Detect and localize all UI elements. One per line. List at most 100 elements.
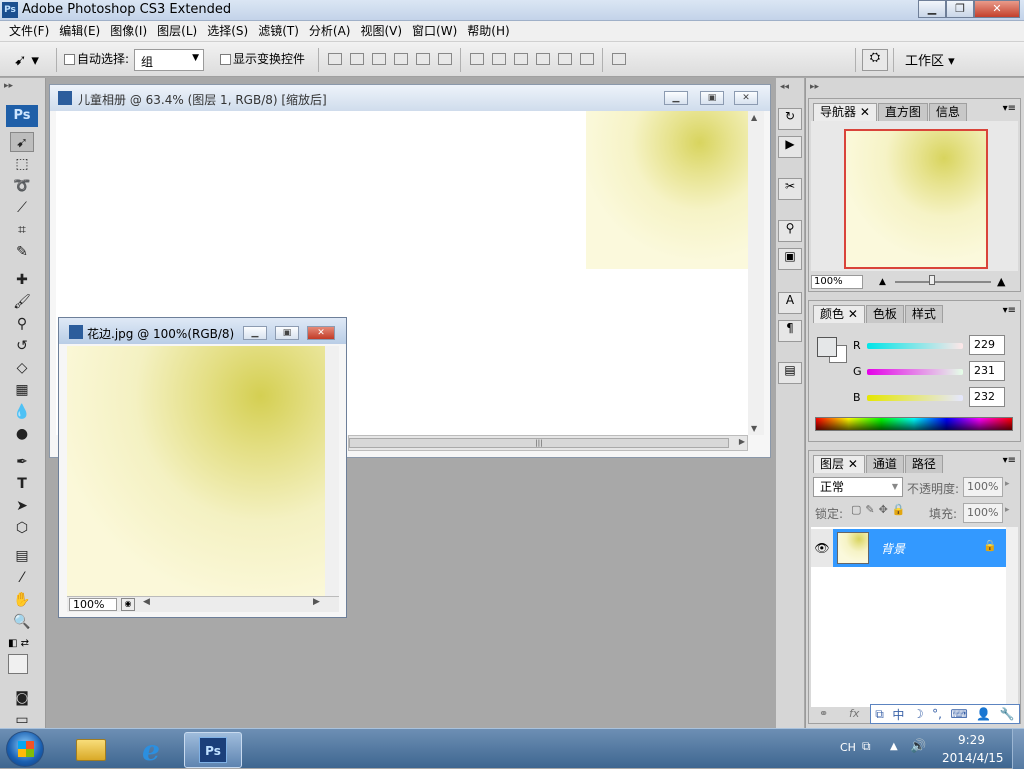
menu-help[interactable]: 帮助(H)	[462, 21, 514, 41]
eye-icon[interactable]: 👁	[811, 529, 833, 567]
doc-minimize-button[interactable]: ▁	[243, 326, 267, 340]
eyedropper-tool-icon[interactable]: ⁄	[10, 568, 34, 588]
align-left-icon[interactable]	[394, 53, 408, 65]
swap-colors-icon[interactable]: ◧ ⇄	[8, 638, 29, 649]
navigator-zoom-field[interactable]: 100%	[811, 275, 863, 289]
collapse-arrows-icon[interactable]: ▸▸	[810, 82, 819, 92]
hand-tool-icon[interactable]: ✋	[10, 590, 34, 610]
dodge-tool-icon[interactable]: ●	[10, 424, 34, 444]
menu-select[interactable]: 选择(S)	[202, 21, 253, 41]
foreground-color-swatch[interactable]	[817, 337, 837, 357]
slice-tool-icon[interactable]: ✎	[10, 242, 34, 262]
menu-layer[interactable]: 图层(L)	[152, 21, 202, 41]
fill-arrow-icon[interactable]: ▸	[1005, 505, 1010, 515]
start-button[interactable]	[6, 731, 44, 767]
distribute-top-icon[interactable]	[470, 53, 484, 65]
brush-tool-icon[interactable]: 🖌	[10, 292, 34, 312]
magic-wand-tool-icon[interactable]: ⟋	[10, 198, 34, 218]
bridge-icon[interactable]: ⛭	[862, 49, 888, 71]
align-hcenter-icon[interactable]	[416, 53, 430, 65]
menu-view[interactable]: 视图(V)	[355, 21, 407, 41]
scroll-right-icon[interactable]: ▶	[313, 597, 320, 607]
vertical-scrollbar[interactable]: ▲ ▼	[748, 111, 764, 435]
zoom-tool-icon[interactable]: 🔍	[10, 612, 34, 632]
tab-histogram[interactable]: 直方图	[877, 103, 928, 121]
menu-window[interactable]: 窗口(W)	[407, 21, 462, 41]
ps-tool-logo[interactable]: Ps	[6, 105, 38, 127]
align-bottom-icon[interactable]	[372, 53, 386, 65]
g-slider[interactable]	[867, 369, 963, 375]
tray-expand-icon[interactable]: ▲	[890, 741, 898, 752]
tab-swatches[interactable]: 色板	[865, 305, 904, 323]
taskbar-explorer[interactable]	[62, 732, 120, 768]
volume-icon[interactable]: 🔊	[910, 739, 926, 754]
lasso-tool-icon[interactable]: ➰	[10, 176, 34, 196]
type-tool-icon[interactable]: T	[10, 474, 34, 494]
layer-comps-icon[interactable]: ▣	[778, 248, 802, 270]
gradient-tool-icon[interactable]: ▦	[10, 380, 34, 400]
g-value-field[interactable]: 231	[969, 361, 1005, 381]
notes-panel-icon[interactable]: ▤	[778, 362, 802, 384]
panel-menu-icon[interactable]: ▾≡	[1003, 455, 1016, 466]
clone-stamp-icon[interactable]: ⚲	[10, 314, 34, 334]
ime-settings-icon[interactable]: 🔧	[1000, 707, 1015, 721]
panel-menu-icon[interactable]: ▾≡	[1003, 305, 1016, 316]
r-value-field[interactable]: 229	[969, 335, 1005, 355]
auto-align-icon[interactable]	[612, 53, 626, 65]
b-slider[interactable]	[867, 395, 963, 401]
move-tool-preset-icon[interactable]: ➹ ▾	[14, 51, 39, 69]
workspace-button[interactable]: 工作区 ▾	[905, 50, 955, 69]
ime-punctuation-icon[interactable]: °,	[932, 707, 942, 721]
panel-menu-icon[interactable]: ▾≡	[1003, 103, 1016, 114]
actions-panel-icon[interactable]: ▶	[778, 136, 802, 158]
paragraph-panel-icon[interactable]: ¶	[778, 320, 802, 342]
tool-presets-icon[interactable]: ✂	[778, 178, 802, 200]
clone-source-icon[interactable]: ⚲	[778, 220, 802, 242]
show-desktop-button[interactable]	[1012, 729, 1024, 769]
tab-channels[interactable]: 通道	[865, 455, 904, 473]
b-value-field[interactable]: 232	[969, 387, 1005, 407]
zoom-out-icon[interactable]: ▲	[879, 277, 886, 287]
taskbar-ie[interactable]: e	[122, 732, 180, 768]
layer-row[interactable]: 👁 背景 🔒	[811, 529, 1006, 567]
distribute-bottom-icon[interactable]	[514, 53, 528, 65]
history-brush-icon[interactable]: ↺	[10, 336, 34, 356]
show-transform-checkbox[interactable]	[220, 54, 231, 65]
quick-mask-icon[interactable]: ◙	[10, 688, 34, 708]
status-menu-icon[interactable]: ◉	[121, 598, 135, 611]
crop-tool-icon[interactable]: ⌗	[10, 220, 34, 240]
doc-close-button[interactable]: ✕	[734, 91, 758, 105]
distribute-left-icon[interactable]	[536, 53, 550, 65]
language-indicator[interactable]: CH	[840, 741, 856, 754]
notes-tool-icon[interactable]: ▤	[10, 546, 34, 566]
doc-maximize-button[interactable]: ▣	[275, 326, 299, 340]
history-panel-icon[interactable]: ↻	[778, 108, 802, 130]
character-panel-icon[interactable]: A	[778, 292, 802, 314]
zoom-in-icon[interactable]: ▲	[997, 275, 1005, 288]
fx-icon[interactable]: fx	[849, 707, 859, 720]
path-selection-icon[interactable]: ➤	[10, 496, 34, 516]
ime-logo-icon[interactable]: ⧉	[875, 707, 884, 722]
color-spectrum-bar[interactable]	[815, 417, 1013, 431]
eraser-tool-icon[interactable]: ◇	[10, 358, 34, 378]
menu-edit[interactable]: 编辑(E)	[54, 21, 105, 41]
vertical-scrollbar[interactable]	[325, 346, 339, 596]
navigator-thumbnail[interactable]	[844, 129, 988, 269]
move-tool-icon[interactable]: ➹	[10, 132, 34, 152]
zoom-field[interactable]: 100%	[69, 598, 117, 611]
taskbar-photoshop[interactable]: Ps	[184, 732, 242, 768]
clock-date[interactable]: 2014/4/15	[942, 751, 1004, 765]
distribute-vcenter-icon[interactable]	[492, 53, 506, 65]
doc-close-button[interactable]: ✕	[307, 326, 335, 340]
r-slider[interactable]	[867, 343, 963, 349]
distribute-right-icon[interactable]	[580, 53, 594, 65]
minimize-button[interactable]: ▁	[918, 0, 946, 18]
tab-paths[interactable]: 路径	[904, 455, 943, 473]
menu-file[interactable]: 文件(F)	[4, 21, 54, 41]
menu-filter[interactable]: 滤镜(T)	[253, 21, 304, 41]
align-vcenter-icon[interactable]	[350, 53, 364, 65]
collapse-arrows-icon[interactable]: ▸▸	[4, 81, 13, 91]
blend-mode-dropdown[interactable]: 正常 ▼	[813, 477, 903, 497]
slider-thumb[interactable]	[929, 275, 935, 285]
tab-styles[interactable]: 样式	[904, 305, 943, 323]
